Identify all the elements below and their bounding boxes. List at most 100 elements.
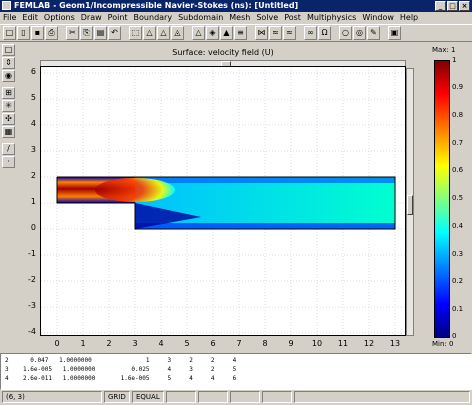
save-icon[interactable]: ▪ — [31, 26, 44, 40]
y-tick-label: -4 — [28, 327, 36, 336]
point-mode-icon[interactable]: △ — [143, 26, 156, 40]
colorbar-tick: 0.6 — [452, 166, 464, 174]
line-icon[interactable]: / — [2, 143, 15, 155]
menu-subdomain[interactable]: Subdomain — [175, 12, 226, 24]
y-tick-label: -3 — [28, 301, 36, 310]
app-icon — [2, 1, 11, 10]
colorbar-tick: 0 — [452, 332, 457, 340]
menu-draw[interactable]: Draw — [78, 12, 105, 24]
snap-icon[interactable]: ✳ — [2, 100, 15, 112]
menu-bar: File Edit Options Draw Point Boundary Su… — [0, 12, 472, 24]
colorbar-tick: 0.5 — [452, 194, 464, 202]
axis-icon[interactable]: ✣ — [2, 113, 15, 125]
vertical-scroll-thumb[interactable] — [407, 195, 413, 215]
y-tick-label: 4 — [30, 119, 36, 128]
status-field — [198, 391, 228, 403]
y-tick-label: 1 — [30, 197, 36, 206]
y-tick-label: -2 — [28, 275, 36, 284]
circle-icon[interactable]: ◉ — [2, 70, 15, 82]
minimize-button[interactable]: _ — [435, 1, 446, 11]
close-button[interactable]: × — [459, 1, 470, 11]
print-icon[interactable]: ⎙ — [45, 26, 58, 40]
mesh-mode-icon[interactable]: ≡ — [234, 26, 247, 40]
colorbar-tick: 0.1 — [452, 305, 464, 313]
solver-params-icon[interactable]: ≈ — [283, 26, 296, 40]
status-bar: (6, 3) GRID EQUAL — [0, 390, 472, 405]
boundary-mode-icon[interactable]: △ — [157, 26, 170, 40]
y-tick-label: 5 — [30, 93, 36, 102]
menu-window[interactable]: Window — [359, 12, 397, 24]
x-tick-label: 12 — [363, 339, 375, 348]
x-tick-label: 9 — [288, 339, 294, 348]
copy-icon[interactable]: ⎘ — [80, 26, 93, 40]
menu-edit[interactable]: Edit — [19, 12, 41, 24]
menu-multiphysics[interactable]: Multiphysics — [304, 12, 359, 24]
zoom-window-icon[interactable]: ○ — [339, 26, 352, 40]
animation-icon[interactable]: ▦ — [2, 126, 15, 138]
status-field — [230, 391, 260, 403]
menu-solve[interactable]: Solve — [253, 12, 281, 24]
y-tick-label: 3 — [30, 145, 36, 154]
grid-toggle[interactable]: GRID — [104, 391, 130, 403]
log-line: 3 1.6e-005 1.0000000 0.025 4 3 2 5 — [5, 366, 237, 373]
equal-toggle[interactable]: EQUAL — [132, 391, 164, 403]
plot-axes[interactable] — [40, 66, 406, 336]
colorbar — [434, 60, 450, 338]
y-tick-label: 0 — [30, 223, 36, 232]
colorbar-tick: 0.4 — [452, 222, 464, 230]
menu-mesh[interactable]: Mesh — [226, 12, 253, 24]
y-tick-label: 6 — [30, 67, 36, 76]
colorbar-tick: 0.9 — [452, 83, 464, 91]
refine-selected-icon[interactable]: ▲ — [220, 26, 233, 40]
select-icon[interactable]: □ — [2, 44, 15, 56]
x-tick-label: 0 — [54, 339, 60, 348]
colorbar-min-label: Min: 0 — [432, 340, 454, 348]
open-icon[interactable]: ▯ — [17, 26, 30, 40]
zoom-extents-icon[interactable]: ◎ — [353, 26, 366, 40]
colorbar-tick: 0.8 — [452, 111, 464, 119]
move-icon[interactable]: ⇕ — [2, 57, 15, 69]
status-field — [262, 391, 292, 403]
refine-mesh-icon[interactable]: ◈ — [206, 26, 219, 40]
maximize-button[interactable]: □ — [447, 1, 458, 11]
solver-log[interactable]: 2 0.047 1.0000000 1 3 2 2 4 3 1.6e-005 1… — [0, 353, 472, 390]
colorbar-tick: 1 — [452, 56, 457, 64]
colorbar-max-label: Max: 1 — [432, 46, 456, 54]
menu-post[interactable]: Post — [281, 12, 304, 24]
draw-mode-icon[interactable]: ⬚ — [129, 26, 142, 40]
x-tick-label: 4 — [158, 339, 164, 348]
restart-icon[interactable]: ≈ — [269, 26, 282, 40]
solve-icon[interactable]: ⋈ — [255, 26, 268, 40]
init-mesh-icon[interactable]: △ — [192, 26, 205, 40]
x-tick-label: 6 — [210, 339, 216, 348]
x-tick-label: 5 — [184, 339, 190, 348]
subdomain-integration-icon[interactable]: Ω — [318, 26, 331, 40]
x-tick-label: 13 — [389, 339, 401, 348]
x-tick-label: 7 — [236, 339, 242, 348]
plot-params-icon[interactable]: ∞ — [304, 26, 317, 40]
jet-core — [95, 178, 175, 202]
paste-icon[interactable]: ▤ — [94, 26, 107, 40]
cut-icon[interactable]: ✂ — [66, 26, 79, 40]
new-icon[interactable]: □ — [3, 26, 16, 40]
log-line: 2 0.047 1.0000000 1 3 2 2 4 — [5, 357, 237, 364]
undo-icon[interactable]: ↶ — [108, 26, 121, 40]
velocity-surface-plot — [41, 67, 405, 335]
postprocess-mode-icon[interactable]: ✎ — [367, 26, 380, 40]
menu-options[interactable]: Options — [41, 12, 78, 24]
vertical-scrollbar[interactable] — [406, 68, 414, 336]
menu-point[interactable]: Point — [105, 12, 131, 24]
left-toolbar: □ ⇕ ◉ ⊞ ✳ ✣ ▦ / · — [1, 43, 17, 173]
menu-file[interactable]: File — [0, 12, 19, 24]
grid-icon[interactable]: ⊞ — [2, 87, 15, 99]
colorbar-tick: 0.7 — [452, 139, 464, 147]
main-toolbar: □ ▯ ▪ ⎙ ✂ ⎘ ▤ ↶ ⬚ △ △ ◬ △ ◈ ▲ ≡ ⋈ ≈ ≈ ∞ … — [0, 24, 472, 42]
menu-help[interactable]: Help — [397, 12, 421, 24]
subdomain-mode-icon[interactable]: ◬ — [171, 26, 184, 40]
context-help-icon[interactable]: ▣ — [388, 26, 401, 40]
title-bar: FEMLAB - Geom1/Incompressible Navier-Sto… — [0, 0, 472, 12]
plot-title: Surface: velocity field (U) — [172, 48, 274, 57]
y-tick-label: -1 — [28, 249, 36, 258]
menu-boundary[interactable]: Boundary — [131, 12, 176, 24]
point-icon[interactable]: · — [2, 156, 15, 168]
